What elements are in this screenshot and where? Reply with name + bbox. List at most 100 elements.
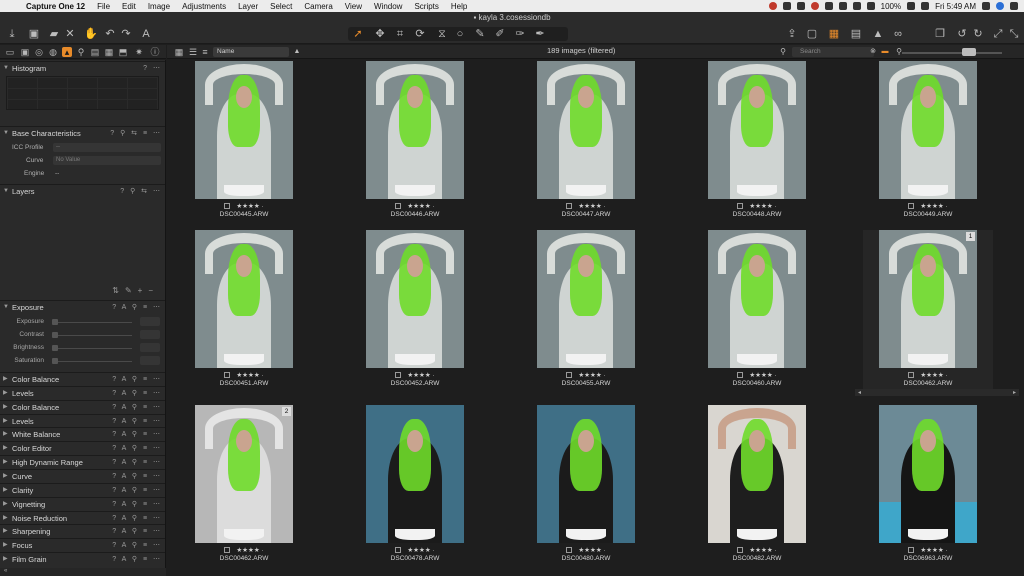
curve-select[interactable]: No Value <box>53 156 161 165</box>
slider-value-field[interactable] <box>140 356 160 365</box>
clear-search-icon[interactable]: ⊗ <box>867 46 879 58</box>
section-header-sharpening[interactable]: ▶ Sharpening ? A ⚲ ≡ ⋯ <box>0 524 165 538</box>
star-rating[interactable]: ★★★★ · <box>578 203 605 210</box>
thumbnail-image[interactable]: 1 <box>879 230 977 368</box>
star-rating[interactable]: ★★★★ · <box>749 372 776 379</box>
sort-direction-icon[interactable]: ▲ <box>291 46 303 58</box>
slider-track[interactable] <box>52 335 132 336</box>
thumbnail-cell[interactable]: ★★★★ · DSC00480.ARW <box>521 405 651 565</box>
adjustments-tab-icon[interactable]: ▤ <box>90 47 100 57</box>
section-header-noise-reduction[interactable]: ▶ Noise Reduction ? A ⚲ ≡ ⋯ <box>0 510 165 525</box>
section-actions-icon[interactable]: ? ⚲ ⇆ ≡ ⋯ <box>110 127 162 140</box>
section-header-vignetting[interactable]: ▶ Vignetting ? A ⚲ ≡ ⋯ <box>0 496 165 510</box>
sort-select[interactable]: Name <box>213 47 289 57</box>
star-rating[interactable]: ★★★★ · <box>578 547 605 554</box>
apply-icon[interactable]: ⤡ <box>1008 28 1020 40</box>
select-checkbox[interactable] <box>395 547 402 553</box>
thumbnail-image[interactable] <box>879 61 977 199</box>
export-icon[interactable]: ⇪ <box>786 28 798 40</box>
select-checkbox[interactable] <box>566 372 573 378</box>
thumbnail-image[interactable] <box>537 405 635 543</box>
import-icon[interactable]: ⤓ <box>6 28 18 40</box>
section-header-color-editor[interactable]: ▶ Color Editor ? A ⚲ ≡ ⋯ <box>0 441 165 455</box>
section-header-film-grain[interactable]: ▶ Film Grain ? A ⚲ ≡ ⋯ <box>0 552 165 566</box>
thumbnail-cell[interactable]: ★★★★ · DSC00448.ARW <box>692 61 822 221</box>
thumbnail-image[interactable] <box>708 405 806 543</box>
row-scroll[interactable]: ◂ ▸ <box>855 389 1019 396</box>
keyboard-icon[interactable] <box>921 2 930 10</box>
section-header-levels[interactable]: ▶ Levels ? A ⚲ ≡ ⋯ <box>0 385 165 400</box>
thumbnail-cell[interactable]: ★★★★ · DSC00446.ARW <box>350 61 480 221</box>
section-actions-icon[interactable]: ? A ⚲ ≡ ⋯ <box>112 456 162 469</box>
section-actions-icon[interactable]: ? A ⚲ ≡ ⋯ <box>112 470 162 483</box>
star-rating[interactable]: ★★★★ · <box>920 547 947 554</box>
picker-icon[interactable]: ✑ <box>514 28 526 40</box>
select-checkbox[interactable] <box>737 203 744 209</box>
thumbnail-cell[interactable]: 1 ★★★★ · DSC00462.ARW <box>863 230 993 390</box>
thumbnail-image[interactable] <box>537 230 635 368</box>
thumbnail-cell[interactable]: ★★★★ · DSC00478.ARW <box>350 405 480 565</box>
section-actions-icon[interactable]: ? A ⚲ ≡ ⋯ <box>112 401 162 414</box>
slider-value-field[interactable] <box>140 343 160 352</box>
star-rating[interactable]: ★★★★ · <box>920 203 947 210</box>
menu-image[interactable]: Image <box>142 2 176 11</box>
menu-edit[interactable]: Edit <box>116 2 142 11</box>
section-header-color-balance[interactable]: ▶ Color Balance ? A ⚲ ≡ ⋯ <box>0 399 165 414</box>
section-header-clarity[interactable]: ▶ Clarity ? A ⚲ ≡ ⋯ <box>0 482 165 496</box>
section-actions-icon[interactable]: ? A ⚲ ≡ ⋯ <box>112 387 162 400</box>
warning-icon[interactable]: ▲ <box>872 28 884 40</box>
section-header-white-balance[interactable]: ▶ White Balance ? A ⚲ ≡ ⋯ <box>0 427 165 441</box>
redo-icon[interactable]: ↷ <box>120 28 132 40</box>
scroll-left-icon[interactable]: ◂ <box>855 390 861 396</box>
thumbnail-image[interactable] <box>537 61 635 199</box>
thumbnail-cell[interactable]: ★★★★ · DSC00460.ARW <box>692 230 822 390</box>
thumbnail-size-knob[interactable] <box>962 48 976 56</box>
slider-track[interactable] <box>52 322 132 323</box>
thumbnail-size-slider[interactable] <box>902 52 1002 54</box>
thumbnail-cell[interactable]: ★★★★ · DSC00451.ARW <box>179 230 309 390</box>
menu-select[interactable]: Select <box>264 2 298 11</box>
section-header-levels[interactable]: ▶ Levels ? A ⚲ ≡ ⋯ <box>0 413 165 428</box>
thumbnail-cell[interactable]: ★★★★ · DSC06963.ARW <box>863 405 993 565</box>
section-actions-icon[interactable]: ? A ⚲ ≡ ⋯ <box>112 525 162 538</box>
search-input[interactable]: Search <box>792 47 874 57</box>
menu-window[interactable]: Window <box>368 2 408 11</box>
section-actions-icon[interactable]: ? A ⚲ ≡ ⋯ <box>112 415 162 428</box>
menu-scripts[interactable]: Scripts <box>408 2 444 11</box>
menu-help[interactable]: Help <box>445 2 473 11</box>
star-rating[interactable]: ★★★★ · <box>578 372 605 379</box>
lens-tab-icon[interactable]: ◎ <box>34 47 44 57</box>
status-icon[interactable] <box>782 2 791 10</box>
thumbnail-cell[interactable]: ★★★★ · DSC00449.ARW <box>863 61 993 221</box>
thumbnail-cell[interactable]: ★★★★ · DSC00455.ARW <box>521 230 651 390</box>
hand-icon[interactable]: ✋ <box>84 28 98 40</box>
filter-icon[interactable]: ▬ <box>879 46 891 58</box>
layer-brush-icon[interactable]: ✎ <box>125 286 138 295</box>
status-app-icon[interactable] <box>768 2 777 10</box>
menu-app-name[interactable]: Capture One 12 <box>20 2 91 11</box>
slider-value-field[interactable] <box>140 330 160 339</box>
section-actions-icon[interactable]: ? ⚲ ⇆ ⋯ <box>120 185 162 198</box>
exposure-tab-icon[interactable]: ▴ <box>62 47 72 57</box>
star-rating[interactable]: ★★★★ · <box>749 547 776 554</box>
star-rating[interactable]: ★★★★ · <box>407 372 434 379</box>
section-actions-icon[interactable]: ? A ⚲ ≡ ⋯ <box>112 512 162 525</box>
select-checkbox[interactable] <box>737 547 744 553</box>
details-tab-icon[interactable]: ⚲ <box>76 47 86 57</box>
select-checkbox[interactable] <box>224 372 231 378</box>
thumbnail-image[interactable] <box>195 230 293 368</box>
user-icon[interactable] <box>996 2 1004 10</box>
slider-value-field[interactable] <box>140 317 160 326</box>
add-layer-icon[interactable]: + <box>138 286 149 295</box>
thumbnail-cell[interactable]: ★★★★ · DSC00445.ARW <box>179 61 309 221</box>
camera-icon[interactable]: ▣ <box>28 28 40 40</box>
slider-track[interactable] <box>52 348 132 349</box>
section-header-curve[interactable]: ▶ Curve ? A ⚲ ≡ ⋯ <box>0 468 165 483</box>
keystone-icon[interactable]: ⧖ <box>436 28 448 40</box>
thumbnail-image[interactable] <box>879 405 977 543</box>
star-rating[interactable]: ★★★★ · <box>407 547 434 554</box>
thumbnail-image[interactable] <box>708 61 806 199</box>
section-actions-icon[interactable]: ? ⋯ <box>143 62 162 75</box>
remove-layer-icon[interactable]: − <box>148 286 159 295</box>
thumbnail-image[interactable] <box>195 61 293 199</box>
